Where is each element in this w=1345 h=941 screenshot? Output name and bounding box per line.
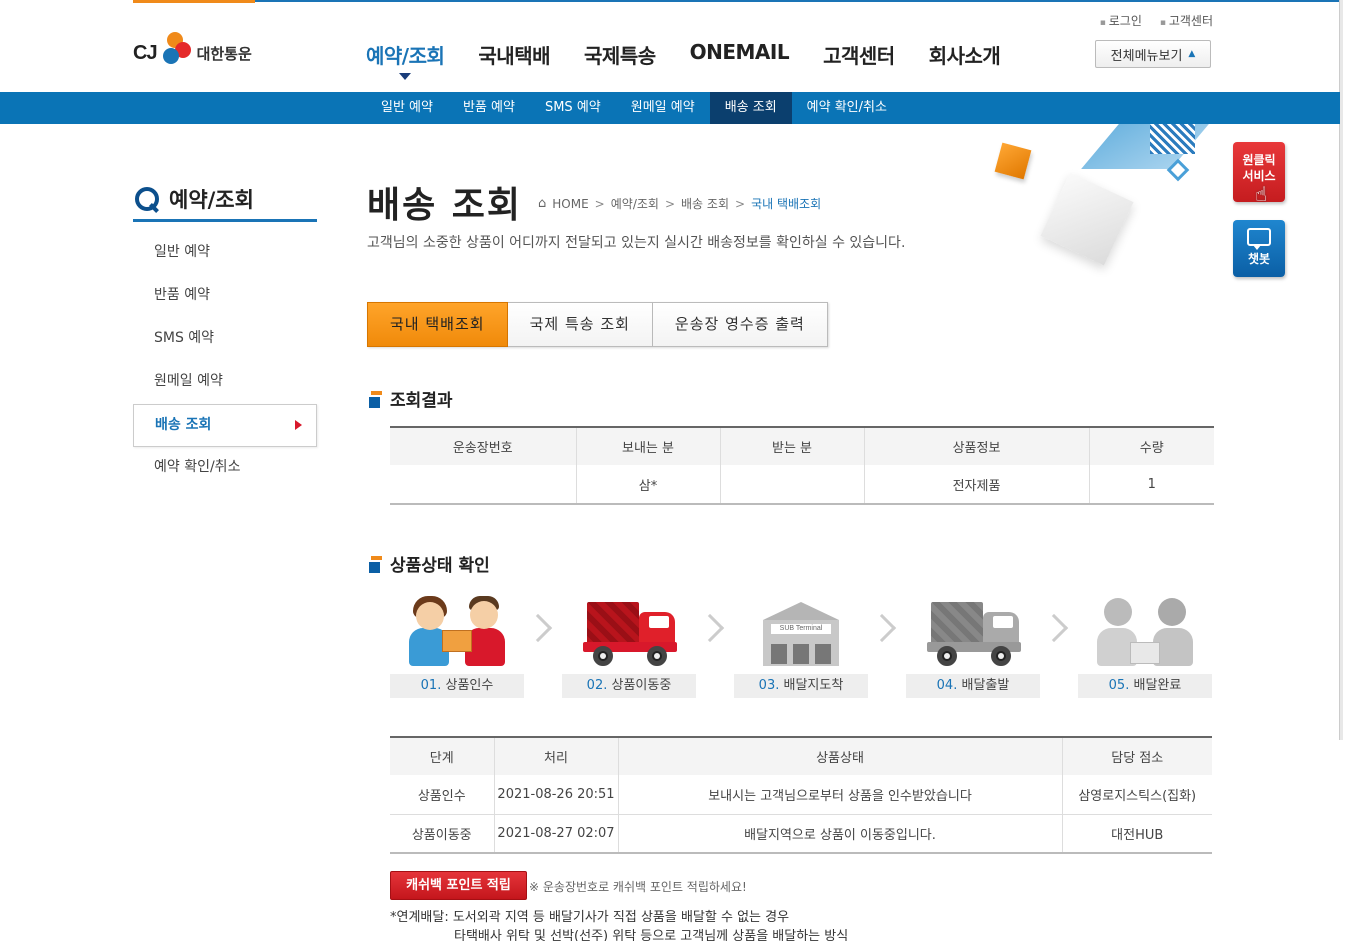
chatbot-button[interactable]: 챗봇 bbox=[1233, 220, 1285, 277]
col-qty: 수량 bbox=[1088, 426, 1214, 465]
gnb-domestic[interactable]: 국내택배 bbox=[478, 40, 550, 69]
cell-sender: 삼* bbox=[575, 465, 720, 505]
section-bullet-icon bbox=[367, 556, 382, 575]
step-in-transit: 02. 상품이동중 bbox=[562, 590, 696, 698]
status-table: 단계 처리 상품상태 담당 점소 상품인수 2021-08-26 20:51 보… bbox=[390, 736, 1212, 854]
subnav-general[interactable]: 일반 예약 bbox=[366, 92, 448, 124]
breadcrumb-current: 국내 택배조회 bbox=[751, 197, 822, 211]
subnav-tracking[interactable]: 배송 조회 bbox=[709, 92, 792, 124]
status-section-title: 상품상태 확인 bbox=[367, 551, 490, 576]
result-section-title: 조회결과 bbox=[367, 386, 453, 411]
col-waybill: 운송장번호 bbox=[390, 426, 576, 465]
cell-qty: 1 bbox=[1088, 465, 1214, 505]
breadcrumb-reservation[interactable]: 예약/조회 bbox=[611, 195, 659, 212]
page-description: 고객님의 소중한 상품이 어디까지 전달되고 있는지 실시간 배송정보를 확인하… bbox=[367, 235, 906, 251]
sub-nav: 일반 예약 반품 예약 SMS 예약 원메일 예약 배송 조회 예약 확인/취소 bbox=[0, 92, 1340, 124]
subnav-confirm-cancel[interactable]: 예약 확인/취소 bbox=[792, 92, 902, 124]
step-arrived: SUB Terminal 03. 배달지도착 bbox=[734, 590, 868, 698]
all-menu-label: 전체메뉴보기 bbox=[1110, 48, 1183, 64]
tracking-tabs: 국내 택배조회 국제 특송 조회 운송장 영수증 출력 bbox=[367, 302, 828, 347]
sidebar-menu: 일반 예약 반품 예약 SMS 예약 원메일 예약 배송 조회 예약 확인/취소 bbox=[133, 232, 317, 490]
terminal-sign: SUB Terminal bbox=[771, 624, 831, 634]
chevron-right-icon bbox=[523, 613, 553, 643]
gnb-onemail[interactable]: ONEMAIL bbox=[690, 40, 790, 69]
chevron-right-icon bbox=[695, 613, 725, 643]
global-nav: 예약/조회 국내택배 국제특송 ONEMAIL 고객센터 회사소개 bbox=[366, 40, 1034, 80]
cell-waybill bbox=[390, 465, 576, 505]
caret-up-icon: ▲ bbox=[1188, 49, 1196, 59]
red-truck-icon bbox=[579, 592, 679, 667]
sidebar-item-tracking[interactable]: 배송 조회 bbox=[133, 404, 317, 447]
grey-truck-icon bbox=[923, 592, 1023, 667]
delivered-people-icon bbox=[1095, 592, 1195, 667]
breadcrumb: ⌂ HOME > 예약/조회 > 배송 조회 > 국내 택배조회 bbox=[538, 195, 822, 212]
sidebar-item-onemail[interactable]: 원메일 예약 bbox=[133, 361, 317, 404]
orange-cube-icon bbox=[994, 142, 1032, 180]
brand-strip bbox=[133, 0, 1343, 3]
customer-center-link[interactable]: 고객센터 bbox=[1160, 12, 1213, 29]
col-stage: 단계 bbox=[390, 736, 494, 775]
tab-receipt[interactable]: 운송장 영수증 출력 bbox=[652, 302, 828, 347]
chat-bubble-icon bbox=[1247, 228, 1271, 250]
header-decoration bbox=[990, 124, 1210, 274]
delivery-steps: 01. 상품인수 02. 상품이동중 SUB Terminal 03. 배달지도… bbox=[390, 590, 1214, 700]
chatbot-label: 챗봇 bbox=[1247, 252, 1271, 266]
chevron-right-icon bbox=[867, 613, 897, 643]
subnav-return[interactable]: 반품 예약 bbox=[448, 92, 530, 124]
gnb-company[interactable]: 회사소개 bbox=[929, 40, 1001, 69]
step-delivered: 05. 배달완료 bbox=[1078, 590, 1212, 698]
table-row: 상품인수 2021-08-26 20:51 보내시는 고객님으로부터 상품을 인… bbox=[390, 775, 1212, 815]
logo-flower-icon bbox=[159, 30, 193, 76]
hand-pointer-icon: ☝ bbox=[1255, 182, 1268, 206]
tab-domestic[interactable]: 국내 택배조회 bbox=[367, 302, 508, 347]
col-status: 상품상태 bbox=[617, 736, 1062, 775]
subnav-onemail[interactable]: 원메일 예약 bbox=[616, 92, 710, 124]
sidebar-item-sms[interactable]: SMS 예약 bbox=[133, 318, 317, 361]
cj-logo[interactable]: CJ 대한통운 bbox=[133, 28, 252, 78]
step-received: 01. 상품인수 bbox=[390, 590, 524, 698]
sidebar-heading: 예약/조회 bbox=[169, 187, 254, 212]
linked-delivery-notes: *연계배달: 도서외곽 지역 등 배달기사가 직접 상품을 배달할 수 없는 경… bbox=[390, 910, 849, 941]
oneclick-service-button[interactable]: 원클릭 서비스 ☝ bbox=[1233, 142, 1285, 206]
breadcrumb-tracking[interactable]: 배송 조회 bbox=[681, 195, 729, 212]
home-icon[interactable]: ⌂ bbox=[538, 196, 546, 211]
page-title: 배송 조회 bbox=[367, 185, 523, 226]
white-cube-icon bbox=[1040, 172, 1134, 266]
breadcrumb-home[interactable]: HOME bbox=[552, 197, 588, 211]
login-link[interactable]: 로그인 bbox=[1100, 12, 1142, 29]
col-item: 상품정보 bbox=[863, 426, 1089, 465]
col-processed: 처리 bbox=[493, 736, 618, 775]
all-menu-button[interactable]: 전체메뉴보기 ▲ bbox=[1095, 40, 1211, 68]
chevron-right-icon bbox=[1039, 613, 1069, 643]
cell-receiver bbox=[719, 465, 864, 505]
sidebar-item-confirm-cancel[interactable]: 예약 확인/취소 bbox=[133, 447, 317, 490]
gnb-customer-center[interactable]: 고객센터 bbox=[823, 40, 895, 69]
step-out-for-delivery: 04. 배달출발 bbox=[906, 590, 1040, 698]
search-icon bbox=[133, 185, 161, 213]
handover-icon bbox=[407, 592, 507, 667]
gnb-reservation[interactable]: 예약/조회 bbox=[366, 40, 445, 80]
sidebar-title: 예약/조회 bbox=[133, 178, 317, 222]
gnb-international[interactable]: 국제특송 bbox=[584, 40, 656, 69]
sidebar-item-return[interactable]: 반품 예약 bbox=[133, 275, 317, 318]
cashback-button[interactable]: 캐쉬백 포인트 적립 bbox=[390, 871, 527, 900]
logo-cj-text: CJ bbox=[133, 41, 158, 64]
col-branch: 담당 점소 bbox=[1061, 736, 1212, 775]
section-bullet-icon bbox=[367, 391, 382, 410]
sidebar-item-general[interactable]: 일반 예약 bbox=[133, 232, 317, 275]
cashback-note: ※ 운송장번호로 캐쉬백 포인트 적립하세요! bbox=[529, 880, 747, 894]
terminal-building-icon: SUB Terminal bbox=[751, 592, 851, 667]
tab-international[interactable]: 국제 특송 조회 bbox=[507, 302, 653, 347]
oneclick-label-1: 원클릭 bbox=[1242, 153, 1276, 167]
col-sender: 보내는 분 bbox=[575, 426, 720, 465]
logo-name: 대한통운 bbox=[196, 44, 252, 63]
table-row: 상품이동중 2021-08-27 02:07 배달지역으로 상품이 이동중입니다… bbox=[390, 814, 1212, 854]
top-links: 로그인 고객센터 bbox=[1100, 12, 1213, 29]
col-receiver: 받는 분 bbox=[719, 426, 864, 465]
table-row: 삼* 전자제품 1 bbox=[390, 465, 1214, 505]
result-table: 운송장번호 보내는 분 받는 분 상품정보 수량 삼* 전자제품 1 bbox=[390, 426, 1214, 505]
cell-item: 전자제품 bbox=[863, 465, 1089, 505]
subnav-sms[interactable]: SMS 예약 bbox=[530, 92, 616, 124]
